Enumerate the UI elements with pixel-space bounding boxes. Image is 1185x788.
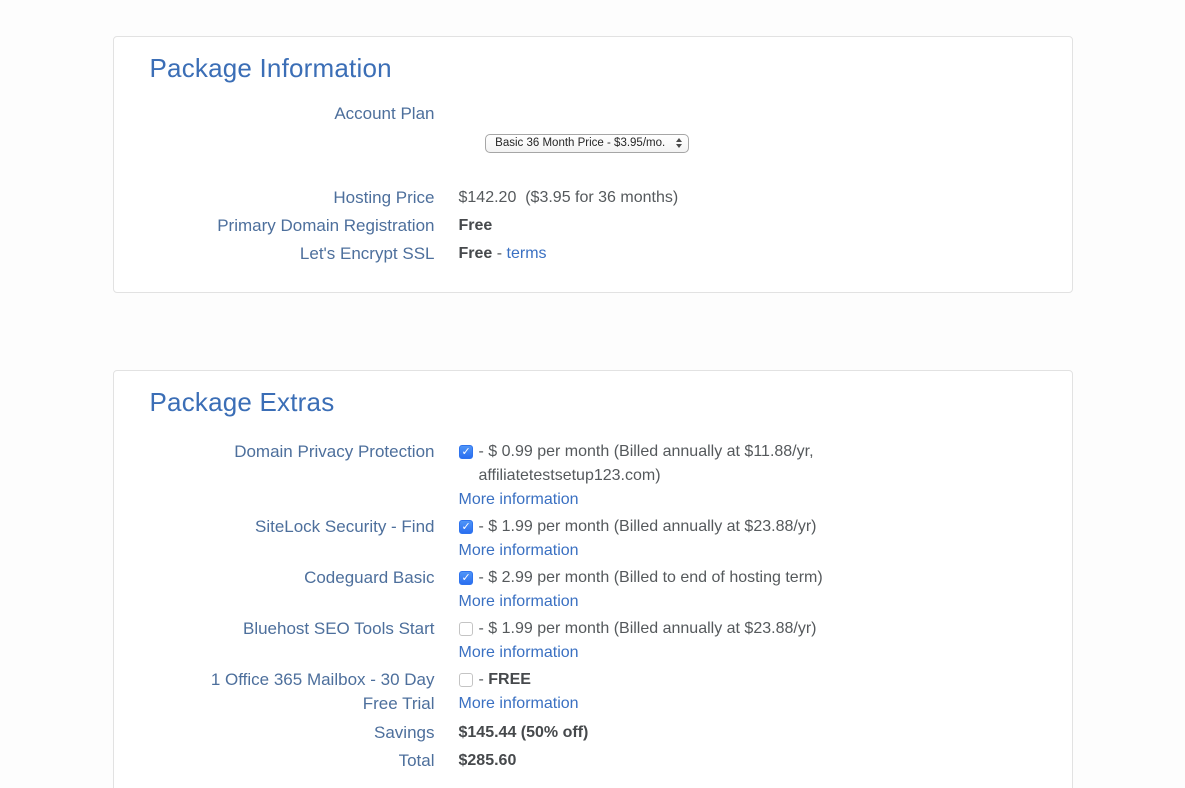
primary-domain-value: Free <box>459 212 493 240</box>
extra-value: - $ 1.99 per month (Billed annually at $… <box>459 515 817 563</box>
hosting-price-value: $142.20 ($3.95 for 36 months) <box>459 184 679 212</box>
codeguard-more-info-link[interactable]: More information <box>459 590 823 614</box>
codeguard-checkbox[interactable] <box>459 571 473 585</box>
extra-label: 1 Office 365 Mailbox - 30 Day Free Trial <box>150 668 435 716</box>
account-plan-select[interactable]: Basic 36 Month Price - $3.95/mo. <box>485 134 689 153</box>
package-extras-title: Package Extras <box>150 387 1036 418</box>
office365-checkbox[interactable] <box>459 673 473 687</box>
account-plan-select-value: Basic 36 Month Price - $3.95/mo. <box>495 135 665 152</box>
extra-row-sitelock: SiteLock Security - Find - $ 1.99 per mo… <box>150 515 1036 563</box>
sitelock-more-info-link[interactable]: More information <box>459 539 817 563</box>
savings-row: Savings $145.44 (50% off) <box>150 719 1036 747</box>
ssl-row: Let's Encrypt SSL Free - terms <box>150 240 1036 268</box>
extra-price-text: - FREE <box>479 668 531 692</box>
account-plan-value: Basic 36 Month Price - $3.95/mo. <box>459 100 690 184</box>
extra-row-domain-privacy: Domain Privacy Protection - $ 0.99 per m… <box>150 440 1036 512</box>
total-row: Total $285.60 <box>150 747 1036 775</box>
ssl-value: Free - terms <box>459 240 547 268</box>
office365-more-info-link[interactable]: More information <box>459 692 579 716</box>
extra-label: SiteLock Security - Find <box>150 515 435 539</box>
seo-tools-checkbox[interactable] <box>459 622 473 636</box>
extra-price-text: - $ 0.99 per month (Billed annually at $… <box>479 440 889 488</box>
ssl-label: Let's Encrypt SSL <box>150 240 435 268</box>
extra-value: - $ 2.99 per month (Billed to end of hos… <box>459 566 823 614</box>
extra-label: Domain Privacy Protection <box>150 440 435 464</box>
select-stepper-icon <box>676 138 682 148</box>
office365-free-text: FREE <box>488 671 531 688</box>
extra-value: - $ 1.99 per month (Billed annually at $… <box>459 617 817 665</box>
primary-domain-row: Primary Domain Registration Free <box>150 212 1036 240</box>
ssl-free-text: Free <box>459 245 493 262</box>
extra-label: Codeguard Basic <box>150 566 435 590</box>
extra-row-codeguard: Codeguard Basic - $ 2.99 per month (Bill… <box>150 566 1036 614</box>
primary-domain-label: Primary Domain Registration <box>150 212 435 240</box>
package-information-card: Package Information Account Plan Basic 3… <box>113 36 1073 293</box>
extra-price-text: - $ 2.99 per month (Billed to end of hos… <box>479 566 823 590</box>
savings-value: $145.44 (50% off) <box>459 719 589 747</box>
account-plan-row: Account Plan Basic 36 Month Price - $3.9… <box>150 100 1036 184</box>
hosting-price-row: Hosting Price $142.20 ($3.95 for 36 mont… <box>150 184 1036 212</box>
extra-price-text: - $ 1.99 per month (Billed annually at $… <box>479 515 817 539</box>
extra-value: - $ 0.99 per month (Billed annually at $… <box>459 440 889 512</box>
ssl-terms-link[interactable]: terms <box>507 245 547 262</box>
extra-value: - FREE More information <box>459 668 579 716</box>
sitelock-checkbox[interactable] <box>459 520 473 534</box>
domain-privacy-more-info-link[interactable]: More information <box>459 488 889 512</box>
domain-privacy-checkbox[interactable] <box>459 445 473 459</box>
extra-label: Bluehost SEO Tools Start <box>150 617 435 641</box>
seo-tools-more-info-link[interactable]: More information <box>459 641 817 665</box>
account-plan-label: Account Plan <box>150 100 435 128</box>
extra-row-office365: 1 Office 365 Mailbox - 30 Day Free Trial… <box>150 668 1036 716</box>
savings-label: Savings <box>150 719 435 747</box>
package-extras-card: Package Extras Domain Privacy Protection… <box>113 370 1073 788</box>
total-value: $285.60 <box>459 747 517 775</box>
hosting-price-label: Hosting Price <box>150 184 435 212</box>
extra-price-text: - $ 1.99 per month (Billed annually at $… <box>479 617 817 641</box>
package-information-title: Package Information <box>150 53 1036 84</box>
total-label: Total <box>150 747 435 775</box>
extra-row-seo-tools: Bluehost SEO Tools Start - $ 1.99 per mo… <box>150 617 1036 665</box>
ssl-separator: - <box>492 245 506 262</box>
